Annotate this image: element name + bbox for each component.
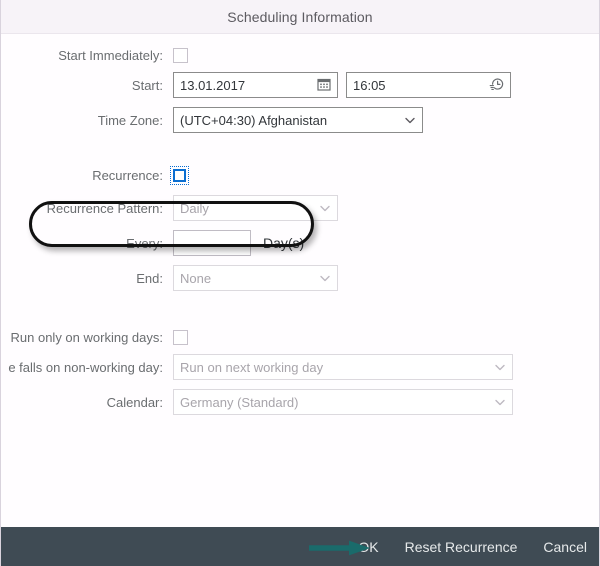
row-end: End: None [1, 265, 599, 291]
run-only-working-days-label: Run only on working days: [10, 330, 163, 345]
start-immediately-label: Start Immediately: [58, 48, 163, 63]
row-run-only-working-days: Run only on working days: [1, 330, 599, 345]
dialog-form-body: Start Immediately: Start: 13.01.2017 16:… [1, 34, 599, 527]
row-every: Every: Day(s) [1, 230, 599, 256]
start-time-input[interactable]: 16:05 [346, 72, 511, 98]
calendar-control: Germany (Standard) [173, 389, 513, 415]
dialog-titlebar: Scheduling Information [1, 0, 599, 34]
start-date-input[interactable]: 13.01.2017 [173, 72, 338, 98]
end-dropdown[interactable]: None [173, 265, 338, 291]
end-value: None [180, 270, 212, 286]
row-time-zone: Time Zone: (UTC+04:30) Afghanistan [1, 107, 599, 133]
end-label: End: [136, 270, 163, 286]
start-label: Start: [131, 77, 163, 93]
recurrence-control [170, 166, 189, 185]
start-immediately-checkbox[interactable] [173, 48, 188, 63]
row-recurrence: Recurrence: [1, 166, 599, 185]
row-falls-on-non-working-day: e falls on non-working day: Run on next … [1, 354, 599, 380]
time-zone-value: (UTC+04:30) Afghanistan [180, 112, 328, 128]
every-unit-label: Day(s) [263, 235, 305, 251]
falls-on-non-working-day-value: Run on next working day [180, 359, 324, 375]
chevron-down-icon[interactable] [404, 114, 416, 126]
start-time-value: 16:05 [353, 77, 386, 93]
recurrence-pattern-value: Daily [180, 200, 209, 216]
dialog-title: Scheduling Information [227, 8, 373, 25]
recurrence-label: Recurrence: [92, 168, 163, 183]
start-control: 13.01.2017 16:05 [173, 72, 511, 98]
scheduling-information-dialog: Scheduling Information Start Immediately… [0, 0, 600, 566]
calendar-dropdown[interactable]: Germany (Standard) [173, 389, 513, 415]
chevron-down-icon[interactable] [319, 202, 331, 214]
section-spacer-2 [1, 300, 599, 330]
falls-on-non-working-day-label: e falls on non-working day: [8, 359, 163, 375]
recurrence-pattern-dropdown[interactable]: Daily [173, 195, 338, 221]
chevron-down-icon[interactable] [494, 396, 506, 408]
calendar-icon[interactable] [317, 77, 331, 94]
every-input[interactable] [173, 230, 251, 256]
calendar-value: Germany (Standard) [180, 394, 299, 410]
falls-on-non-working-day-dropdown[interactable]: Run on next working day [173, 354, 513, 380]
time-zone-control: (UTC+04:30) Afghanistan [173, 107, 423, 133]
chevron-down-icon[interactable] [319, 272, 331, 284]
recurrence-pattern-control: Daily [173, 195, 338, 221]
ok-button[interactable]: OK [358, 539, 378, 555]
run-only-working-days-control [173, 330, 188, 345]
dialog-footer: OK Reset Recurrence Cancel [1, 527, 599, 566]
time-zone-dropdown[interactable]: (UTC+04:30) Afghanistan [173, 107, 423, 133]
row-recurrence-pattern: Recurrence Pattern: Daily [1, 195, 599, 221]
end-control: None [173, 265, 338, 291]
start-date-value: 13.01.2017 [180, 77, 246, 93]
clock-history-icon[interactable] [489, 76, 504, 94]
every-control: Day(s) [173, 230, 304, 256]
row-calendar: Calendar: Germany (Standard) [1, 389, 599, 415]
recurrence-pattern-label: Recurrence Pattern: [46, 200, 163, 216]
chevron-down-icon[interactable] [494, 361, 506, 373]
row-start-immediately: Start Immediately: [1, 48, 599, 63]
start-immediately-control [173, 48, 188, 63]
reset-recurrence-button[interactable]: Reset Recurrence [405, 539, 518, 555]
calendar-label: Calendar: [106, 394, 163, 410]
row-start: Start: 13.01.2017 16:05 [1, 72, 599, 98]
time-zone-label: Time Zone: [97, 112, 163, 128]
every-label: Every: [126, 235, 163, 251]
falls-on-non-working-day-control: Run on next working day [173, 354, 513, 380]
cancel-button[interactable]: Cancel [543, 539, 587, 555]
recurrence-checkbox[interactable] [170, 166, 189, 185]
run-only-working-days-checkbox[interactable] [173, 330, 188, 345]
